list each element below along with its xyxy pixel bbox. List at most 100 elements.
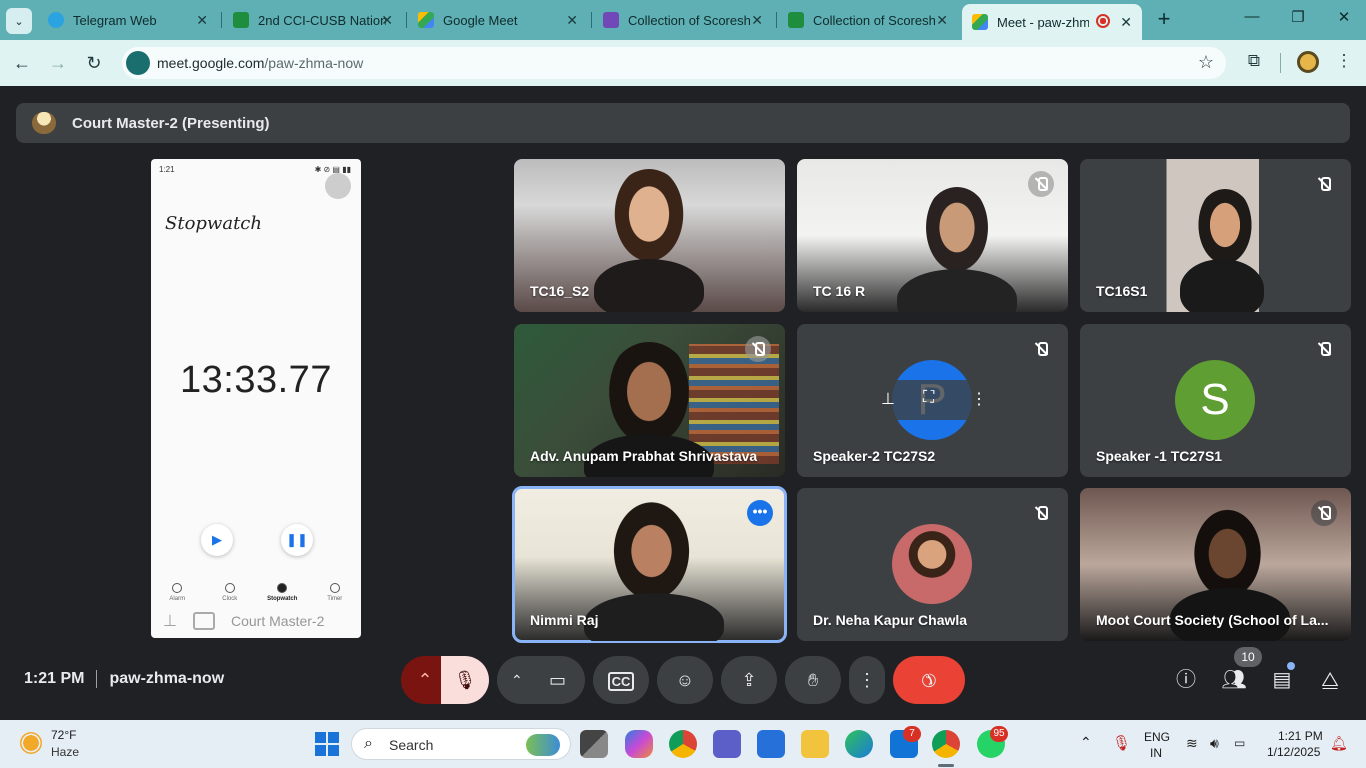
participant-tile[interactable]: Adv. Anupam Prabhat Shrivastava: [514, 324, 785, 477]
language-top[interactable]: ENG: [1144, 730, 1170, 744]
address-bar[interactable]: meet.google.com/paw-zhma-now ☆: [122, 47, 1226, 79]
notification-bell-icon[interactable]: 🔔︎: [1330, 735, 1348, 752]
meeting-time: 1:21 PM: [24, 670, 85, 688]
chat-button[interactable]: ▤: [1268, 666, 1296, 694]
shared-screen[interactable]: 1:21 ✱ ⊘ ▤ ▮▮ Stopwatch 13:33.77 ▶ ❚❚ Al…: [151, 159, 361, 638]
emoji-icon: ☺: [675, 670, 695, 690]
more-options-icon[interactable]: ⋮: [971, 389, 987, 409]
bookmark-star-icon[interactable]: ☆: [1198, 52, 1214, 73]
tab-telegram[interactable]: Telegram Web ✕: [38, 4, 218, 36]
close-icon[interactable]: ✕: [566, 12, 578, 29]
mic-off-icon: [1028, 336, 1054, 362]
people-icon: 👥︎: [1221, 669, 1247, 691]
restore-button[interactable]: ❐: [1284, 8, 1312, 32]
clock-icon: [224, 583, 235, 593]
chrome-icon[interactable]: [669, 730, 697, 758]
search-icon: ⌕: [364, 735, 373, 752]
show-hidden-icons[interactable]: ⌃: [1080, 734, 1092, 751]
site-info-icon[interactable]: [126, 51, 150, 75]
teams-icon[interactable]: [713, 730, 741, 758]
chevron-up-icon: ⌃: [417, 670, 433, 690]
close-icon[interactable]: ✕: [936, 12, 948, 29]
back-button[interactable]: ←: [10, 51, 34, 75]
task-view-icon[interactable]: [580, 730, 608, 758]
reload-button[interactable]: ↻: [82, 51, 106, 75]
participant-tile[interactable]: TC16_S2: [514, 159, 785, 312]
extensions-icon[interactable]: ⧉: [1242, 51, 1266, 75]
chrome-profile-icon[interactable]: [932, 730, 960, 758]
clock-time[interactable]: 1:21 PM: [1278, 729, 1323, 743]
taskbar-search[interactable]: ⌕ Search: [351, 728, 571, 760]
tab-label: Google Meet: [443, 12, 518, 28]
leave-call-button[interactable]: ✆: [893, 656, 965, 704]
url-path: /paw-zhma-now: [264, 55, 364, 71]
chevron-up-icon[interactable]: ⌃: [511, 656, 523, 704]
tab-meet-active[interactable]: Meet - paw-zhma ✕: [962, 4, 1142, 40]
minimize-button[interactable]: —: [1238, 8, 1266, 32]
microphone-in-use-icon[interactable]: 🎙︎: [1112, 734, 1131, 752]
tab-sheets-scoresheet[interactable]: Collection of Scoresh ✕: [778, 4, 958, 36]
raise-hand-button[interactable]: ✋︎: [785, 656, 841, 704]
participant-tile-active[interactable]: ••• Nimmi Raj: [512, 486, 787, 643]
close-icon[interactable]: ✕: [751, 12, 763, 29]
stopwatch-nav: Alarm Clock Stopwatch Timer: [151, 583, 361, 602]
sheets-icon: [233, 12, 249, 28]
weather-sun-icon[interactable]: [20, 732, 42, 754]
url-text[interactable]: meet.google.com/paw-zhma-now: [157, 55, 363, 71]
volume-icon[interactable]: 🔊︎: [1210, 735, 1219, 752]
telegram-icon: [48, 12, 64, 28]
tab-sheets-national[interactable]: 2nd CCI-CUSB Nation ✕: [223, 4, 403, 36]
microphone-toggle[interactable]: 🎙︎: [441, 656, 489, 704]
present-button[interactable]: ⇪: [721, 656, 777, 704]
participant-tile[interactable]: Moot Court Society (School of La...: [1080, 488, 1351, 641]
people-button[interactable]: 👥︎: [1220, 666, 1248, 694]
windows-start-icon[interactable]: [315, 732, 339, 756]
phone-status-time: 1:21: [159, 165, 175, 174]
participant-tile[interactable]: S Speaker -1 TC27S1: [1080, 324, 1351, 477]
forward-button[interactable]: →: [46, 51, 70, 75]
sheets-icon: [788, 12, 804, 28]
reactions-button[interactable]: ☺: [657, 656, 713, 704]
tab-forms-scoresheet[interactable]: Collection of Scoresh ✕: [593, 4, 773, 36]
arrow-left-icon: ←: [13, 53, 31, 73]
file-explorer-icon[interactable]: [801, 730, 829, 758]
pin-icon[interactable]: ⊥: [881, 389, 895, 409]
activities-icon: ⧋: [1321, 669, 1339, 691]
nav-stopwatch: Stopwatch: [262, 583, 302, 602]
close-icon[interactable]: ✕: [196, 12, 208, 29]
camera-icon[interactable]: ▭: [549, 656, 566, 704]
fullscreen-icon[interactable]: ⛶: [923, 389, 934, 407]
wifi-icon[interactable]: ≋: [1186, 735, 1198, 752]
meeting-details-button[interactable]: ⓘ: [1172, 666, 1200, 694]
close-icon[interactable]: ✕: [1120, 14, 1132, 31]
language-bottom[interactable]: IN: [1150, 746, 1162, 760]
close-window-button[interactable]: ✕: [1330, 8, 1358, 32]
close-icon[interactable]: ✕: [381, 12, 393, 29]
battery-icon[interactable]: ▭: [1234, 736, 1245, 750]
nav-label: Alarm: [169, 596, 186, 602]
store-icon[interactable]: [757, 730, 785, 758]
participant-tile[interactable]: Dr. Neha Kapur Chawla: [797, 488, 1068, 641]
edge-icon[interactable]: [845, 730, 873, 758]
browser-menu-icon[interactable]: ⋮: [1332, 51, 1356, 75]
participant-tile[interactable]: TC 16 R: [797, 159, 1068, 312]
participant-tile[interactable]: TC16S1: [1080, 159, 1351, 312]
clock-date[interactable]: 1/12/2025: [1267, 745, 1320, 759]
tab-search-button[interactable]: ⌄: [6, 8, 32, 34]
more-options-button[interactable]: ⋮: [849, 656, 885, 704]
captions-button[interactable]: CC: [593, 656, 649, 704]
copilot-icon[interactable]: [625, 730, 653, 758]
more-options-button[interactable]: •••: [747, 500, 773, 526]
weather-temperature[interactable]: 72°F: [51, 728, 76, 742]
new-tab-button[interactable]: +: [1152, 8, 1176, 32]
participant-name: Adv. Anupam Prabhat Shrivastava: [530, 448, 758, 464]
tab-google-meet[interactable]: Google Meet ✕: [408, 4, 588, 36]
pin-icon[interactable]: ⊥: [163, 611, 177, 631]
search-highlight-icon: [526, 734, 560, 756]
participant-tile[interactable]: P ⊥ ⛶ ⋮ Speaker-2 TC27S2: [797, 324, 1068, 477]
weather-condition[interactable]: Haze: [51, 745, 79, 759]
participant-video-body: [897, 269, 1017, 312]
profile-avatar[interactable]: [1297, 51, 1319, 73]
avatar: [892, 524, 972, 604]
activities-button[interactable]: ⧋: [1316, 666, 1344, 694]
